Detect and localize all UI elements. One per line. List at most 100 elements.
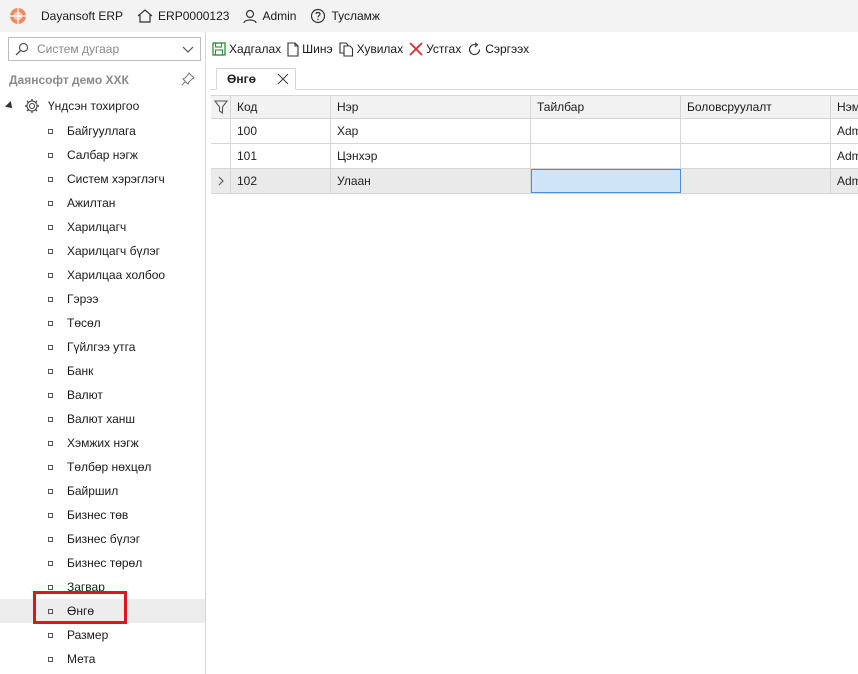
node-icon: [48, 224, 53, 230]
cell-processing[interactable]: [681, 169, 831, 193]
node-icon: [48, 440, 53, 446]
document-tabs: Өнгө: [211, 66, 858, 90]
gear-icon: [25, 99, 39, 113]
column-header-processing[interactable]: Боловсруулалт: [681, 96, 831, 118]
node-icon: [48, 344, 53, 350]
tab-color[interactable]: Өнгө: [216, 68, 296, 90]
node-icon: [48, 584, 53, 590]
delete-x-icon: [409, 42, 423, 56]
cell-processing[interactable]: [681, 144, 831, 168]
title-bar: Dayansoft ERP ERP0000123 Admin Тусламж: [0, 0, 858, 32]
tree-item-label: Хэмжих нэгж: [67, 436, 139, 450]
db-code-label: ERP0000123: [158, 9, 230, 23]
user-icon: [243, 9, 258, 23]
tree-item-customer[interactable]: Харилцагч: [0, 215, 205, 239]
tree-item-payment-terms[interactable]: Төлбөр нөхцөл: [0, 455, 205, 479]
app-name-label: Dayansoft ERP: [41, 9, 124, 23]
tree-item-contract[interactable]: Гэрээ: [0, 287, 205, 311]
new-document-icon: [287, 41, 299, 57]
node-icon: [48, 608, 53, 614]
delete-button[interactable]: Устгах: [409, 42, 461, 56]
close-icon[interactable]: [277, 73, 289, 85]
table-row[interactable]: 101 Цэнхэр Adm: [211, 144, 858, 169]
table-row[interactable]: 100 Хар Adm: [211, 119, 858, 144]
tree-item-communication[interactable]: Харилцаа холбоо: [0, 263, 205, 287]
tree-item-customer-group[interactable]: Харилцагч бүлэг: [0, 239, 205, 263]
cell-name[interactable]: Улаан: [331, 169, 531, 193]
cell-description[interactable]: [531, 119, 681, 143]
tree-item-unit[interactable]: Хэмжих нэгж: [0, 431, 205, 455]
cell-processing[interactable]: [681, 119, 831, 143]
node-icon: [48, 296, 53, 302]
tree-item-bank[interactable]: Банк: [0, 359, 205, 383]
cell-added-by[interactable]: Adm: [831, 169, 858, 193]
cell-name[interactable]: Хар: [331, 119, 531, 143]
node-icon: [48, 536, 53, 542]
column-header-added-by[interactable]: Нэм: [831, 96, 858, 118]
navigation-panel: Даянсофт демо ХХК Үндсэн тохиргоо Байгуу…: [0, 32, 206, 674]
tree-root-label: Үндсэн тохиргоо: [48, 99, 140, 113]
node-icon: [48, 488, 53, 494]
tree-item-label: Бизнес төрөл: [67, 556, 143, 570]
tree-item-label: Салбар нэгж: [67, 148, 138, 162]
tree-root-main-settings[interactable]: Үндсэн тохиргоо: [5, 98, 140, 114]
column-header-description[interactable]: Тайлбар: [531, 96, 681, 118]
row-indicator[interactable]: [211, 169, 231, 193]
tree-item-employee[interactable]: Ажилтан: [0, 191, 205, 215]
tree-item-label: Загвар: [67, 580, 105, 594]
cell-code[interactable]: 101: [231, 144, 331, 168]
new-button[interactable]: Шинэ: [287, 41, 333, 57]
tree-item-model[interactable]: Загвар: [0, 575, 205, 599]
tree-item-currency[interactable]: Валют: [0, 383, 205, 407]
save-button[interactable]: Хадгалах: [212, 42, 281, 56]
app-name: Dayansoft ERP: [41, 9, 123, 23]
tree-item-transaction-meaning[interactable]: Гүйлгээ утга: [0, 335, 205, 359]
tree-item-business-center[interactable]: Бизнес төв: [0, 503, 205, 527]
search-input[interactable]: [37, 42, 177, 56]
tree-item-exchange-rate[interactable]: Валют ханш: [0, 407, 205, 431]
tree-item-color[interactable]: Өнгө: [0, 599, 205, 623]
tree-item-label: Систем хэрэглэгч: [67, 172, 165, 186]
home-icon: [137, 9, 153, 23]
node-icon: [48, 632, 53, 638]
row-indicator[interactable]: [211, 144, 231, 168]
node-icon: [48, 656, 53, 662]
tree-item-business-group[interactable]: Бизнес бүлэг: [0, 527, 205, 551]
chevron-down-icon[interactable]: [182, 44, 194, 54]
tree-item-meta[interactable]: Мета: [0, 647, 205, 671]
home-button[interactable]: ERP0000123: [137, 9, 229, 23]
user-button[interactable]: Admin: [243, 9, 296, 24]
pin-icon[interactable]: [181, 72, 195, 86]
tree-item-branch[interactable]: Салбар нэгж: [0, 143, 205, 167]
filter-icon[interactable]: [213, 100, 228, 114]
cell-code[interactable]: 100: [231, 119, 331, 143]
column-header-code[interactable]: Код: [231, 96, 331, 118]
node-icon: [48, 392, 53, 398]
refresh-icon: [469, 41, 481, 55]
cell-description-selected[interactable]: [531, 169, 681, 193]
tree-item-size[interactable]: Размер: [0, 623, 205, 647]
company-title: Даянсофт демо ХХК: [9, 73, 129, 87]
filter-cell[interactable]: [211, 96, 231, 118]
tree-item-system-user[interactable]: Систем хэрэглэгч: [0, 167, 205, 191]
node-icon: [48, 368, 53, 374]
table-row-current[interactable]: 102 Улаан Adm: [211, 169, 858, 194]
refresh-button[interactable]: Сэргээх: [467, 41, 529, 57]
tree-item-project[interactable]: Төсөл: [0, 311, 205, 335]
system-number-search[interactable]: [8, 37, 201, 61]
tree-item-business-type[interactable]: Бизнес төрөл: [0, 551, 205, 575]
tree-item-organization[interactable]: Байгууллага: [0, 119, 205, 143]
cell-added-by[interactable]: Adm: [831, 144, 858, 168]
copy-button[interactable]: Хувилах: [339, 41, 403, 57]
tree-item-label: Харилцагч: [67, 220, 127, 234]
tree-item-label: Банк: [67, 364, 94, 378]
column-header-name[interactable]: Нэр: [331, 96, 531, 118]
tree-item-location[interactable]: Байршил: [0, 479, 205, 503]
help-button[interactable]: Тусламж: [310, 8, 380, 24]
cell-name[interactable]: Цэнхэр: [331, 144, 531, 168]
expand-arrow-icon[interactable]: [5, 101, 15, 111]
cell-description[interactable]: [531, 144, 681, 168]
cell-added-by[interactable]: Adm: [831, 119, 858, 143]
cell-code[interactable]: 102: [231, 169, 331, 193]
row-indicator[interactable]: [211, 119, 231, 143]
